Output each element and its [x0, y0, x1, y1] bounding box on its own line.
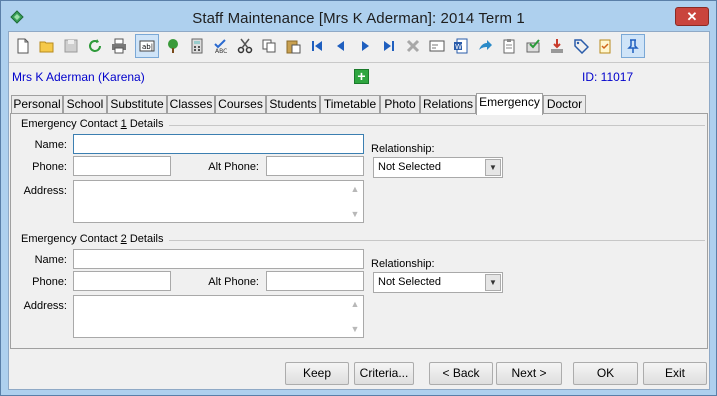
contact1-relationship-value: Not Selected [378, 161, 441, 173]
keep-button[interactable]: Keep [285, 362, 349, 385]
contact2-group-title: Emergency Contact 2 Details [21, 233, 164, 245]
tab-personal[interactable]: Personal [11, 95, 63, 114]
delete-icon[interactable] [403, 36, 423, 56]
contact2-alt-phone-field[interactable] [266, 271, 364, 291]
checklist-icon[interactable] [595, 36, 615, 56]
staff-name: Mrs K Aderman (Karena) [12, 70, 145, 84]
contact2-address-label: Address: [23, 300, 67, 312]
cut-icon[interactable] [235, 36, 255, 56]
contact2-relationship-label: Relationship: [371, 258, 435, 270]
pin-icon[interactable] [621, 34, 645, 58]
contact1-name-label: Name: [34, 139, 67, 151]
contact1-address-field[interactable]: ▲ ▼ [73, 180, 364, 223]
contact2-name-field[interactable] [73, 249, 364, 269]
next-record-icon[interactable] [355, 36, 375, 56]
toolbar: ab| ABC W [9, 32, 709, 62]
contact1-group-title: Emergency Contact 1 Details [21, 118, 164, 130]
print-icon[interactable] [109, 36, 129, 56]
card-icon[interactable] [427, 36, 447, 56]
emergency-panel: Emergency Contact 1 Details Name: Relati… [10, 113, 708, 349]
tree-icon[interactable] [163, 36, 183, 56]
calculator-icon[interactable] [187, 36, 207, 56]
client-area: ab| ABC W Mrs K Aderman (Karena) + ID: 1… [8, 31, 710, 390]
svg-text:ABC: ABC [215, 48, 227, 54]
criteria-button[interactable]: Criteria... [354, 362, 414, 385]
next-button[interactable]: Next > [496, 362, 562, 385]
svg-text:ab|: ab| [142, 43, 153, 51]
ok-button[interactable]: OK [573, 362, 638, 385]
tab-substitute[interactable]: Substitute [107, 95, 167, 114]
tab-emergency[interactable]: Emergency [476, 93, 543, 115]
contact1-relationship-select[interactable]: Not Selected ▼ [373, 157, 503, 178]
exit-button[interactable]: Exit [643, 362, 707, 385]
staff-header: Mrs K Aderman (Karena) + ID: 11017 [9, 65, 709, 89]
forward-icon[interactable] [475, 36, 495, 56]
contact2-name-label: Name: [34, 254, 67, 266]
copy-icon[interactable] [259, 36, 279, 56]
tab-photo[interactable]: Photo [380, 95, 420, 114]
first-record-icon[interactable] [307, 36, 327, 56]
contact2-group-line [169, 240, 705, 241]
text-field-icon[interactable]: ab| [135, 34, 159, 58]
staff-maintenance-window: Staff Maintenance [Mrs K Aderman]: 2014 … [0, 0, 717, 396]
tab-courses[interactable]: Courses [215, 95, 266, 114]
spellcheck-icon[interactable]: ABC [211, 36, 231, 56]
toolbar-divider [9, 62, 709, 63]
chevron-down-icon[interactable]: ▼ [485, 274, 501, 291]
tab-doctor[interactable]: Doctor [543, 95, 586, 114]
contact1-relationship-label: Relationship: [371, 143, 435, 155]
tab-timetable[interactable]: Timetable [320, 95, 380, 114]
open-icon[interactable] [37, 36, 57, 56]
button-bar: Keep Criteria... < Back Next > OK Exit [9, 354, 709, 388]
contact2-phone-label: Phone: [32, 276, 67, 288]
contact1-group-line [169, 125, 705, 126]
clipboard-icon[interactable] [499, 36, 519, 56]
contact1-name-field[interactable] [73, 134, 364, 154]
title-bar[interactable]: Staff Maintenance [Mrs K Aderman]: 2014 … [1, 1, 716, 31]
contact2-address-field[interactable]: ▲ ▼ [73, 295, 364, 338]
contact2-relationship-value: Not Selected [378, 276, 441, 288]
last-record-icon[interactable] [379, 36, 399, 56]
svg-text:W: W [455, 43, 462, 51]
window-title: Staff Maintenance [Mrs K Aderman]: 2014 … [192, 10, 525, 27]
contact1-address-scrollbar[interactable]: ▲ ▼ [347, 181, 363, 222]
previous-record-icon[interactable] [331, 36, 351, 56]
contact1-alt-phone-field[interactable] [266, 156, 364, 176]
word-icon[interactable]: W [451, 36, 471, 56]
contact1-alt-phone-label: Alt Phone: [208, 161, 259, 173]
tab-strip: Personal School Substitute Classes Cours… [9, 93, 709, 115]
contact2-alt-phone-label: Alt Phone: [208, 276, 259, 288]
add-plus-icon[interactable]: + [354, 69, 369, 84]
chevron-down-icon[interactable]: ▼ [485, 159, 501, 176]
contact1-address-label: Address: [23, 185, 67, 197]
tab-students[interactable]: Students [266, 95, 320, 114]
back-button[interactable]: < Back [429, 362, 493, 385]
staff-id: ID: 11017 [582, 70, 634, 84]
tab-school[interactable]: School [63, 95, 107, 114]
close-window-button[interactable]: ✕ [675, 7, 709, 26]
contact2-relationship-select[interactable]: Not Selected ▼ [373, 272, 503, 293]
save-icon[interactable] [61, 36, 81, 56]
contact1-phone-field[interactable] [73, 156, 171, 176]
approve-icon[interactable] [523, 36, 543, 56]
contact1-phone-label: Phone: [32, 161, 67, 173]
tag-icon[interactable] [571, 36, 591, 56]
contact2-address-scrollbar[interactable]: ▲ ▼ [347, 296, 363, 337]
new-icon[interactable] [13, 36, 33, 56]
tab-classes[interactable]: Classes [167, 95, 215, 114]
download-icon[interactable] [547, 36, 567, 56]
paste-icon[interactable] [283, 36, 303, 56]
contact2-phone-field[interactable] [73, 271, 171, 291]
tab-relations[interactable]: Relations [420, 95, 476, 114]
refresh-icon[interactable] [85, 36, 105, 56]
